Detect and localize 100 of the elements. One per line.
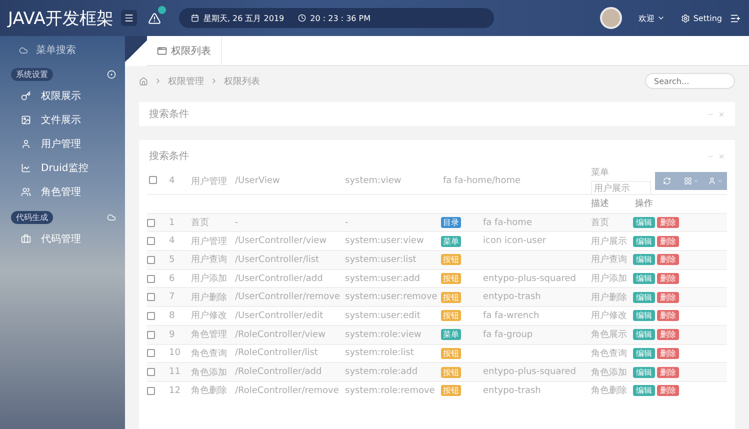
checkbox[interactable] [147,237,155,246]
table-cell-text: /RoleController/add [234,367,323,378]
delete-button[interactable]: 删除 [657,292,679,303]
checkbox[interactable] [147,293,155,302]
table-cell-text: system:user:list [344,254,418,265]
users-icon [21,187,31,197]
table-cell-text: 4 [168,236,176,246]
table-cell-text: 角色添加 [190,366,228,379]
edit-button[interactable]: 编辑 [633,385,655,396]
menu-search-item[interactable]: 菜单搜索 [5,40,120,60]
delete-button[interactable]: 删除 [657,310,679,322]
checkbox[interactable] [147,368,155,376]
caret-icon [692,178,698,184]
cloud-icon [19,46,28,54]
edit-button[interactable]: 编辑 [633,236,655,247]
edit-button[interactable]: 编辑 [633,217,655,228]
window-icon [157,46,167,56]
circle-icon[interactable] [107,70,116,79]
edit-button[interactable]: 编辑 [633,292,655,303]
sidebar-item[interactable]: 文件展示 [5,109,120,131]
type-tag: 按钮 [441,310,461,322]
home-icon[interactable] [139,76,148,86]
delete-button[interactable]: 删除 [657,273,679,284]
checkbox[interactable] [147,312,155,320]
breadcrumb-link[interactable]: 权限管理 [168,74,204,88]
user-icon [708,177,716,185]
table-cell-text: entypo-plus-squared [482,367,577,378]
table-cell-text: 用户管理 [190,176,228,188]
table-cell-text: system:view [344,176,402,186]
column-header: 操作 [634,198,654,210]
sidebar-item[interactable]: Druid监控 [5,157,120,179]
table-cell-text: system:user:remove [344,292,438,302]
close-icon[interactable] [718,110,725,118]
refresh-icon [663,177,671,185]
refresh-button[interactable] [655,172,679,190]
list-add-icon[interactable] [730,12,741,24]
settings-link[interactable]: Setting [681,14,722,22]
menu-label: 菜单 [591,166,610,178]
table-cell-text: 用户添加 [590,272,628,286]
welcome-link[interactable]: 欢迎 [638,12,666,24]
sidebar-item[interactable]: 权限展示 [5,85,120,107]
delete-button[interactable]: 删除 [657,236,679,247]
edit-button[interactable]: 编辑 [633,310,655,322]
table-cell-text: /UserController/edit [234,310,324,321]
menu-field[interactable]: 用户展示 [591,180,651,196]
sidebar-item[interactable]: 用户管理 [5,133,120,155]
delete-button[interactable]: 删除 [657,254,679,266]
sidebar-item[interactable]: 代码管理 [5,228,120,250]
grid-icon [684,177,692,185]
edit-button[interactable]: 编辑 [633,273,655,284]
edit-button[interactable]: 编辑 [633,329,655,340]
checkbox[interactable] [147,274,155,283]
page-tab[interactable]: 权限列表 [147,36,222,66]
table-cell-text: system:role:remove [344,386,436,396]
close-icon[interactable] [718,152,725,160]
user-button[interactable] [703,172,727,190]
chevron-right-icon [154,77,162,85]
table-cell-text: /UserController/add [234,274,324,284]
date-text: 星期天, 26 五月 2019 [203,12,284,24]
panel-title: 搜索条件 [149,150,189,163]
type-tag: 菜单 [441,329,461,340]
table-cell-text: 角色删除 [590,384,628,398]
delete-button[interactable]: 删除 [657,348,679,359]
table-cell-text: 用户修改 [190,310,228,322]
table-cell-text: 4 [168,176,176,186]
image-icon [21,115,31,125]
table-cell-text: - [234,218,240,228]
table-cell-text: entypo-trash [482,386,542,396]
table-cell-text: 1 [168,218,176,228]
table-cell-text: 用户查询 [190,254,228,266]
search-field[interactable]: Search... [645,73,735,89]
checkbox[interactable] [147,218,155,227]
delete-button[interactable]: 删除 [657,385,679,396]
user-avatar[interactable] [600,7,622,29]
delete-button[interactable]: 删除 [657,329,679,340]
checkbox[interactable] [147,256,155,264]
table-cell-text: 角色添加 [590,366,628,379]
caret-icon [657,14,666,22]
table-cell-text: 首页 [190,216,210,230]
checkbox[interactable] [149,176,157,184]
table-cell-text: fa fa-group [482,330,534,340]
menu-button[interactable] [121,10,138,26]
table-cell-text: system:user:edit [344,310,422,321]
edit-button[interactable]: 编辑 [633,366,655,378]
delete-button[interactable]: 删除 [657,217,679,228]
edit-button[interactable]: 编辑 [633,254,655,266]
table-cell-text: 角色管理 [190,328,228,342]
delete-button[interactable]: 删除 [657,366,679,378]
checkbox[interactable] [147,386,155,395]
chevron-right-icon [210,77,218,85]
cloud-icon[interactable] [107,213,116,222]
table-cell-text: fa fa-home [482,218,533,228]
table-cell-text: /RoleController/remove [234,386,340,396]
sidebar-item[interactable]: 角色管理 [5,181,120,203]
briefcase-icon [21,234,31,244]
table-cell-text: 7 [168,292,176,302]
checkbox[interactable] [147,330,155,339]
edit-button[interactable]: 编辑 [633,348,655,359]
breadcrumb-link[interactable]: 权限列表 [224,74,260,88]
checkbox[interactable] [147,349,155,358]
